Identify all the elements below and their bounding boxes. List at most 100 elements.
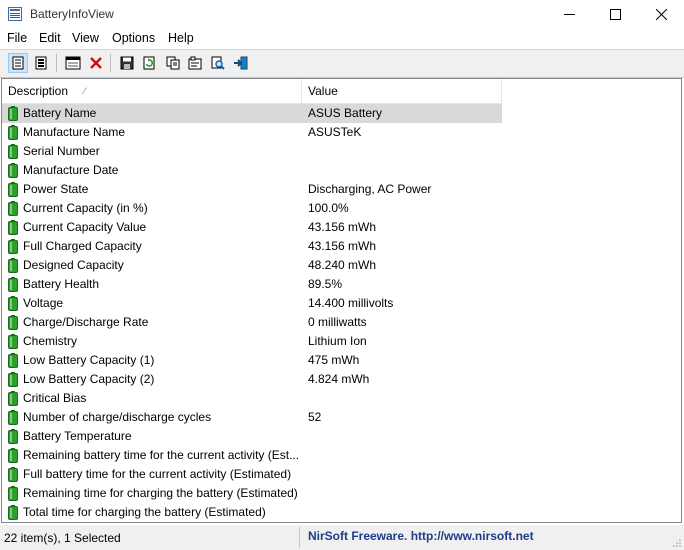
row-description: Critical Bias (23, 391, 87, 405)
list-item[interactable]: Manufacture Name ASUSTeK (2, 123, 681, 142)
battery-icon (8, 391, 18, 406)
list-item[interactable]: Total time for charging the battery (Est… (2, 503, 681, 522)
battery-window-button[interactable] (63, 53, 83, 73)
row-value: 43.156 mWh (308, 220, 377, 234)
toolbar (0, 49, 684, 78)
row-value: 89.5% (308, 277, 343, 291)
row-value: 475 mWh (308, 353, 360, 367)
toolbar-separator (110, 54, 111, 72)
row-value: 43.156 mWh (308, 239, 377, 253)
sort-ascending-icon: ⁄ (84, 86, 86, 96)
maximize-button[interactable] (592, 0, 638, 28)
row-description: Current Capacity Value (23, 220, 147, 234)
battery-icon (8, 372, 18, 387)
row-description: Current Capacity (in %) (23, 201, 148, 215)
list-item[interactable]: Serial Number (2, 142, 681, 161)
row-description: Battery Health (23, 277, 100, 291)
row-value: 100.0% (308, 201, 349, 215)
list-item[interactable]: Designed Capacity 48.240 mWh (2, 256, 681, 275)
log-mode-button[interactable] (31, 53, 51, 73)
general-mode-icon (12, 56, 24, 70)
exit-icon (234, 56, 248, 70)
row-description: Battery Temperature (23, 429, 132, 443)
column-value[interactable]: Value (302, 79, 502, 103)
list-item[interactable]: Battery Temperature (2, 427, 681, 446)
list-item[interactable]: Low Battery Capacity (2) 4.824 mWh (2, 370, 681, 389)
list-item[interactable]: Chemistry Lithium Ion (2, 332, 681, 351)
column-description-label: Description (8, 84, 69, 98)
list-item[interactable]: Battery Name ASUS Battery (2, 104, 681, 123)
row-value: 0 milliwatts (308, 315, 367, 329)
menu-help[interactable]: Help (168, 31, 194, 45)
list-item[interactable]: Charge/Discharge Rate 0 milliwatts (2, 313, 681, 332)
menu-view[interactable]: View (72, 31, 99, 45)
row-description: Chemistry (23, 334, 78, 348)
find-icon (211, 56, 225, 70)
list-item[interactable]: Manufacture Date (2, 161, 681, 180)
general-mode-button[interactable] (8, 53, 28, 73)
row-description: Power State (23, 182, 89, 196)
maximize-icon (609, 8, 621, 20)
battery-icon (8, 201, 18, 216)
battery-icon (8, 467, 18, 482)
list-item[interactable]: Voltage 14.400 millivolts (2, 294, 681, 313)
row-value: ASUS Battery (308, 106, 383, 120)
menu-file[interactable]: File (7, 31, 27, 45)
list-item[interactable]: Number of charge/discharge cycles 52 (2, 408, 681, 427)
battery-icon (8, 486, 18, 501)
status-divider (299, 527, 300, 548)
row-description: Low Battery Capacity (1) (23, 353, 155, 367)
battery-icon (8, 144, 18, 159)
delete-icon (90, 57, 102, 69)
resize-grip-icon[interactable] (672, 538, 682, 548)
title-bar: BatteryInfoView (0, 0, 684, 28)
battery-icon (8, 220, 18, 235)
column-header: Description ⁄ Value (2, 79, 502, 104)
list-item[interactable]: Remaining battery time for the current a… (2, 446, 681, 465)
row-value: 52 (308, 410, 322, 424)
row-description: Total time for charging the battery (Est… (23, 505, 266, 519)
row-description: Designed Capacity (23, 258, 124, 272)
list-item[interactable]: Current Capacity Value 43.156 mWh (2, 218, 681, 237)
list-item[interactable]: Full battery time for the current activi… (2, 465, 681, 484)
find-button[interactable] (208, 53, 228, 73)
battery-icon (8, 315, 18, 330)
battery-icon (8, 353, 18, 368)
list-item[interactable]: Current Capacity (in %) 100.0% (2, 199, 681, 218)
row-value: 14.400 millivolts (308, 296, 394, 310)
battery-icon (8, 429, 18, 444)
column-description[interactable]: Description ⁄ (2, 79, 302, 103)
item-count-text: 22 item(s), 1 Selected (4, 531, 121, 545)
battery-icon (8, 258, 18, 273)
list-item[interactable]: Power State Discharging, AC Power (2, 180, 681, 199)
list-item[interactable]: Remaining time for charging the battery … (2, 484, 681, 503)
row-description: Remaining battery time for the current a… (23, 448, 300, 462)
menu-options[interactable]: Options (112, 31, 155, 45)
delete-button[interactable] (86, 53, 106, 73)
row-description: Full Charged Capacity (23, 239, 142, 253)
list-item[interactable]: Battery Health 89.5% (2, 275, 681, 294)
column-value-label: Value (308, 84, 338, 98)
status-bar: 22 item(s), 1 Selected NirSoft Freeware.… (0, 525, 684, 550)
close-button[interactable] (638, 0, 684, 28)
list-item[interactable]: Low Battery Capacity (1) 475 mWh (2, 351, 681, 370)
list-item[interactable]: Full Charged Capacity 43.156 mWh (2, 237, 681, 256)
copy-button[interactable] (163, 53, 183, 73)
menu-edit[interactable]: Edit (39, 31, 61, 45)
app-icon (8, 7, 22, 21)
save-button[interactable] (117, 53, 137, 73)
exit-button[interactable] (231, 53, 251, 73)
nirsoft-link[interactable]: NirSoft Freeware. http://www.nirsoft.net (308, 529, 534, 543)
battery-icon (8, 410, 18, 425)
window-title: BatteryInfoView (30, 7, 114, 21)
battery-info-list[interactable]: Description ⁄ Value Battery Name ASUS Bat… (1, 78, 682, 523)
refresh-button[interactable] (139, 53, 159, 73)
row-value: Discharging, AC Power (308, 182, 432, 196)
toolbar-separator (56, 54, 57, 72)
properties-button[interactable] (185, 53, 205, 73)
row-description: Voltage (23, 296, 64, 310)
list-item[interactable]: Critical Bias (2, 389, 681, 408)
battery-icon (8, 239, 18, 254)
row-description: Battery Name (23, 106, 97, 120)
minimize-button[interactable] (546, 0, 592, 28)
